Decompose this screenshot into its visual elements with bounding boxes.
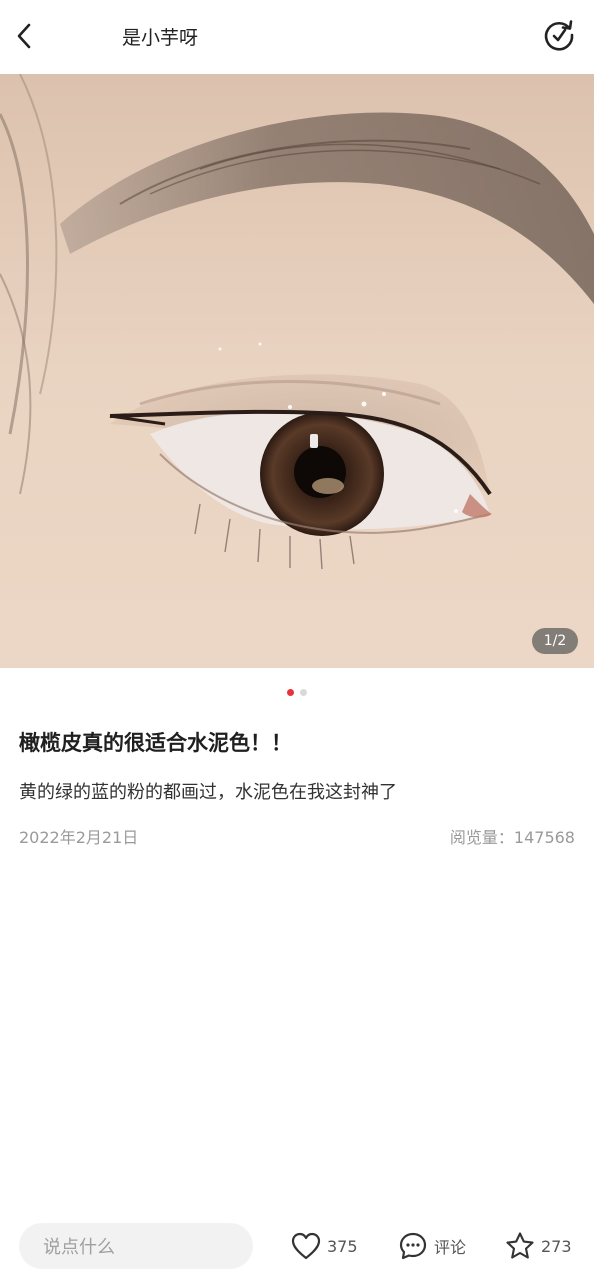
eye-makeup-photo xyxy=(0,74,594,668)
comment-input[interactable]: 说点什么 xyxy=(19,1223,253,1269)
carousel-dot-active xyxy=(287,689,294,696)
like-button[interactable]: 375 xyxy=(291,1226,358,1266)
heart-icon xyxy=(291,1231,321,1261)
post-body: 黄的绿的蓝的粉的都画过，水泥色在我这封神了 xyxy=(19,782,397,803)
top-bar: 是小芋呀 xyxy=(0,0,594,74)
author-name[interactable]: 是小芋呀 xyxy=(122,24,198,52)
share-button[interactable] xyxy=(540,18,578,56)
like-count: 375 xyxy=(327,1236,358,1256)
comment-input-placeholder: 说点什么 xyxy=(43,1237,115,1258)
view-count: 阅览量：147568 xyxy=(449,828,575,847)
favorite-count: 273 xyxy=(541,1236,572,1256)
back-button[interactable] xyxy=(6,18,42,58)
bottom-action-bar: 说点什么 375 评论 273 xyxy=(0,1212,594,1280)
post-title: 橄榄皮真的很适合水泥色！！ xyxy=(19,731,292,755)
carousel-dot xyxy=(300,689,307,696)
share-refresh-icon xyxy=(542,18,576,56)
chevron-left-icon xyxy=(16,22,32,54)
post-date: 2022年2月21日 xyxy=(19,828,139,847)
favorite-button[interactable]: 273 xyxy=(505,1226,572,1266)
comment-label: 评论 xyxy=(434,1238,467,1257)
chat-bubble-icon xyxy=(398,1231,428,1261)
image-counter-badge: 1/2 xyxy=(532,628,578,654)
comment-button[interactable]: 评论 xyxy=(398,1226,466,1266)
post-image-carousel[interactable]: 1/2 xyxy=(0,74,594,668)
carousel-indicator xyxy=(0,689,594,696)
star-icon xyxy=(505,1231,535,1261)
note-detail-page: 是小芋呀 1/2 橄榄皮真的很适合水泥色！！ 黄的绿的蓝的粉的都画过，水泥色在我… xyxy=(0,0,594,1280)
